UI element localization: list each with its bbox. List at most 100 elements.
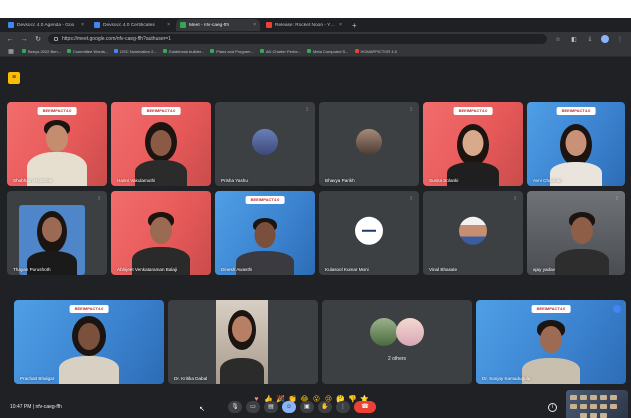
participant-name: Dr. Kritika Dabal <box>174 376 208 381</box>
bookmark-item[interactable]: Beeya 2022 Ben... <box>22 49 61 54</box>
downloads-icon[interactable]: ⤓ <box>585 36 595 43</box>
browser-tab-youtube[interactable]: Release: Rocket Noon - YouT × <box>262 19 346 31</box>
participant-name: Kulasool Kumar Moni <box>325 267 369 272</box>
bookmark-item[interactable]: Guidebook builder... <box>162 49 204 54</box>
participant-tile[interactable]: ⁝ Kulasool Kumar Moni <box>319 191 419 275</box>
extensions-icon[interactable]: ◧ <box>569 36 579 43</box>
mini-tile <box>600 413 607 418</box>
meet-stage: ≡ BEEIMPACT4.0 Shubham Rauthela BEEIMPAC… <box>0 58 631 418</box>
reload-icon[interactable]: ↻ <box>34 35 42 43</box>
participant-tile[interactable]: 2 others <box>322 300 472 384</box>
participant-tile[interactable]: BEEIMPACT4.0 Avni Chauhan <box>527 102 625 186</box>
new-tab-button[interactable]: + <box>352 21 357 30</box>
bookmark-item[interactable]: Committee Words... <box>66 49 108 54</box>
face <box>565 130 587 156</box>
microphone-button[interactable]: 🎙 <box>228 401 242 413</box>
participant-video <box>19 205 85 275</box>
camera-button[interactable]: ▭ <box>246 401 260 413</box>
meeting-info-icon[interactable]: i <box>548 403 557 412</box>
more-options-button[interactable]: ⋮ <box>336 401 350 413</box>
reactions-button[interactable]: ☺ <box>282 401 296 413</box>
participant-tile[interactable]: ⁝ Bhavya Parikh <box>319 102 419 186</box>
event-banner: BEEIMPACT4.0 <box>531 305 571 313</box>
raise-hand-button[interactable]: ✋ <box>318 401 332 413</box>
bookmark-label: Beeya 2022 Ben... <box>28 48 61 54</box>
event-banner: BEEIMPACT4.0 <box>141 107 181 115</box>
browser-tab-meet[interactable]: Meet - nfv-caeg-ffh × <box>176 19 260 31</box>
pin-icon[interactable] <box>613 305 621 313</box>
back-arrow-icon[interactable]: ← <box>6 36 14 43</box>
face <box>570 217 593 244</box>
bookmark-label: Plans and Program... <box>216 48 254 54</box>
bookmark-label: HOMAPPICTOR 4.0 <box>360 48 397 54</box>
mini-tile <box>600 404 607 409</box>
participant-name: Bhavya Parikh <box>325 178 355 183</box>
participant-tile[interactable]: ⁝ Thayan Purushoth <box>7 191 107 275</box>
face <box>232 316 252 342</box>
participant-avatar <box>396 318 424 346</box>
leave-call-button[interactable]: ☎ <box>354 401 376 413</box>
close-tab-icon[interactable]: × <box>167 22 170 28</box>
tab-title: Release: Rocket Noon - YouT <box>275 22 337 28</box>
browser-tab-certificates[interactable]: Devsocc 4.0 Certificates × <box>90 19 174 31</box>
participant-name: Vinal Bhasale <box>429 267 458 272</box>
profile-avatar[interactable] <box>601 35 609 43</box>
tab-title: Meet - nfv-caeg-ffh <box>189 22 230 28</box>
muted-mic-icon: ⁝ <box>306 107 308 113</box>
participant-avatar <box>355 216 383 245</box>
close-tab-icon[interactable]: × <box>253 22 256 28</box>
bookmark-favicon-icon <box>259 49 264 53</box>
close-tab-icon[interactable]: × <box>81 22 84 28</box>
participant-name: Shubham Rauthela <box>13 178 53 183</box>
shirt <box>220 358 264 384</box>
participant-tile[interactable]: BEEIMPACT4.0 Dr. Sanjay Kamadugula <box>476 300 626 384</box>
bookmark-item[interactable]: DSC Nomination 2... <box>114 49 157 54</box>
participant-tile[interactable]: ⁝ ajay yadav <box>527 191 625 275</box>
tab-title: Devsocc 4.0 Agenda - Goo <box>17 22 75 28</box>
bookmark-item[interactable]: HOMAPPICTOR 4.0 <box>354 48 397 54</box>
bookmark-favicon-icon <box>210 49 215 53</box>
face <box>150 217 172 244</box>
bookmark-star-icon[interactable]: ☆ <box>553 36 563 43</box>
browser-tab-agenda[interactable]: Devsocc 4.0 Agenda - Goo × <box>4 19 88 31</box>
participant-tile[interactable]: ⁝ Prisha Yashu <box>215 102 315 186</box>
captions-button[interactable]: ▤ <box>264 401 278 413</box>
face <box>462 130 484 156</box>
participant-name: Prisha Yashu <box>221 178 248 183</box>
present-button[interactable]: ▣ <box>300 401 314 413</box>
participant-tile[interactable]: BEEIMPACT4.0 Shubham Rauthela <box>7 102 107 186</box>
participant-tile[interactable]: Dr. Kritika Dabal <box>168 300 318 384</box>
participant-tile[interactable]: ⁝ Vinal Bhasale <box>423 191 523 275</box>
close-tab-icon[interactable]: × <box>339 22 342 28</box>
forward-arrow-icon[interactable]: → <box>20 36 28 43</box>
docs-icon <box>8 22 14 28</box>
muted-mic-icon: ⁝ <box>410 196 412 202</box>
participant-video <box>522 318 580 384</box>
participant-tile[interactable]: BEEIMPACT4.0 Dinesh Awasthi <box>215 191 315 275</box>
apps-grid-icon[interactable]: ▦ <box>6 48 16 55</box>
meet-control-bar: 10:47 PM | nfv-caeg-ffh 🎙 ▭ ▤ ☺ ▣ ✋ ⋮ ☎ … <box>0 390 631 418</box>
event-banner: BEEIMPACT4.0 <box>556 107 596 115</box>
address-bar[interactable]: https://meet.google.com/nfv-caeg-ffh?aut… <box>48 34 547 44</box>
shirt <box>554 249 609 275</box>
participant-tile[interactable]: Abhijeet Venkataraman Balaji <box>111 191 211 275</box>
mini-tile <box>610 395 617 400</box>
participant-video <box>554 209 609 275</box>
meet-app-icon[interactable]: ≡ <box>8 72 20 84</box>
participant-tile[interactable]: BEEIMPACT4.0 Sunita Solanki <box>423 102 523 186</box>
bookmark-item[interactable]: Meta Computed S... <box>306 49 349 54</box>
meeting-code: nfv-caeg-ffh <box>35 404 62 410</box>
menu-kebab-icon[interactable]: ⋮ <box>615 36 625 43</box>
bookmark-item[interactable]: Plans and Program... <box>210 49 254 54</box>
bookmark-favicon-icon <box>162 49 167 53</box>
participant-tile[interactable]: BEEIMPACT4.0 Harini Vakulamuthi <box>111 102 211 186</box>
bookmark-item[interactable]: AD Charter Perfor... <box>259 49 301 54</box>
participant-name: Harini Vakulamuthi <box>117 178 156 183</box>
self-view-thumbnail[interactable] <box>566 390 628 418</box>
bookmark-favicon-icon <box>114 49 119 53</box>
participant-name: Abhijeet Venkataraman Balaji <box>117 267 178 272</box>
participant-tile[interactable]: BEEIMPACT4.0 Prachatt Bhalgat <box>14 300 164 384</box>
tab-title: Devsocc 4.0 Certificates <box>103 22 155 28</box>
docs-icon <box>94 22 100 28</box>
participant-video <box>132 209 190 275</box>
